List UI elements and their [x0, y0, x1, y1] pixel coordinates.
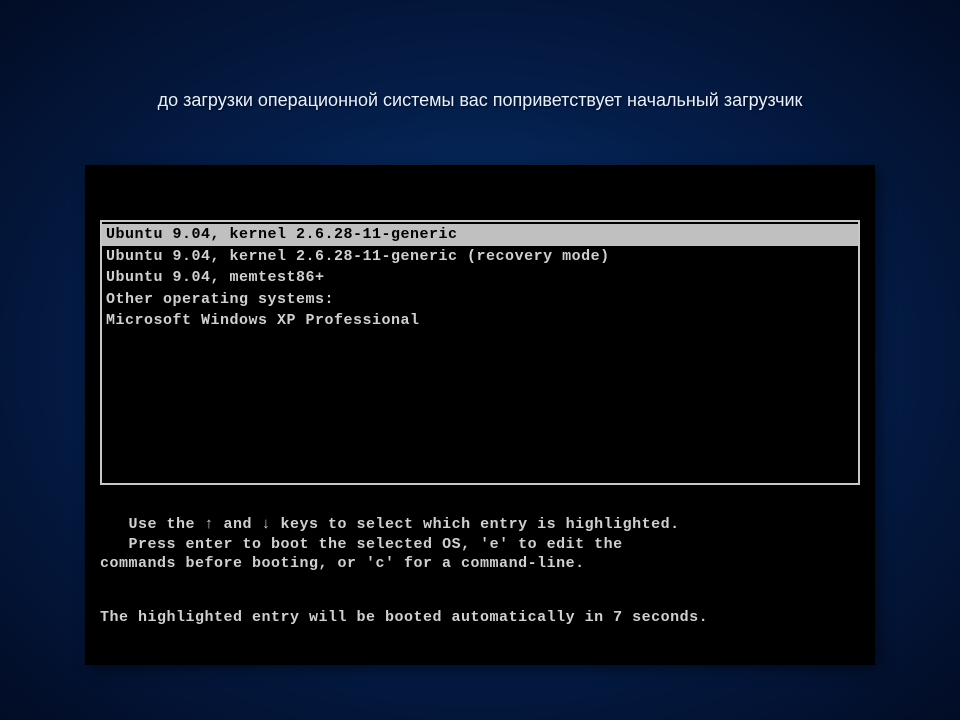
instructions-line-2: Press enter to boot the selected OS, 'e'… [100, 536, 623, 553]
boot-entry-ubuntu-recovery[interactable]: Ubuntu 9.04, kernel 2.6.28-11-generic (r… [102, 246, 858, 268]
grub-bootloader-screen: Ubuntu 9.04, kernel 2.6.28-11-generic Ub… [85, 165, 875, 665]
boot-instructions: Use the ↑ and ↓ keys to select which ent… [100, 515, 865, 574]
slide-title: до загрузки операционной системы вас поп… [0, 0, 960, 111]
boot-entry-windows-xp[interactable]: Microsoft Windows XP Professional [102, 310, 858, 332]
boot-entry-ubuntu-generic[interactable]: Ubuntu 9.04, kernel 2.6.28-11-generic [102, 224, 858, 246]
boot-menu-box: Ubuntu 9.04, kernel 2.6.28-11-generic Ub… [100, 220, 860, 485]
instructions-line-3: commands before booting, or 'c' for a co… [100, 555, 585, 572]
boot-countdown: The highlighted entry will be booted aut… [100, 609, 865, 626]
boot-entry-memtest[interactable]: Ubuntu 9.04, memtest86+ [102, 267, 858, 289]
boot-entry-other-header: Other operating systems: [102, 289, 858, 311]
instructions-line-1: Use the ↑ and ↓ keys to select which ent… [100, 516, 680, 533]
